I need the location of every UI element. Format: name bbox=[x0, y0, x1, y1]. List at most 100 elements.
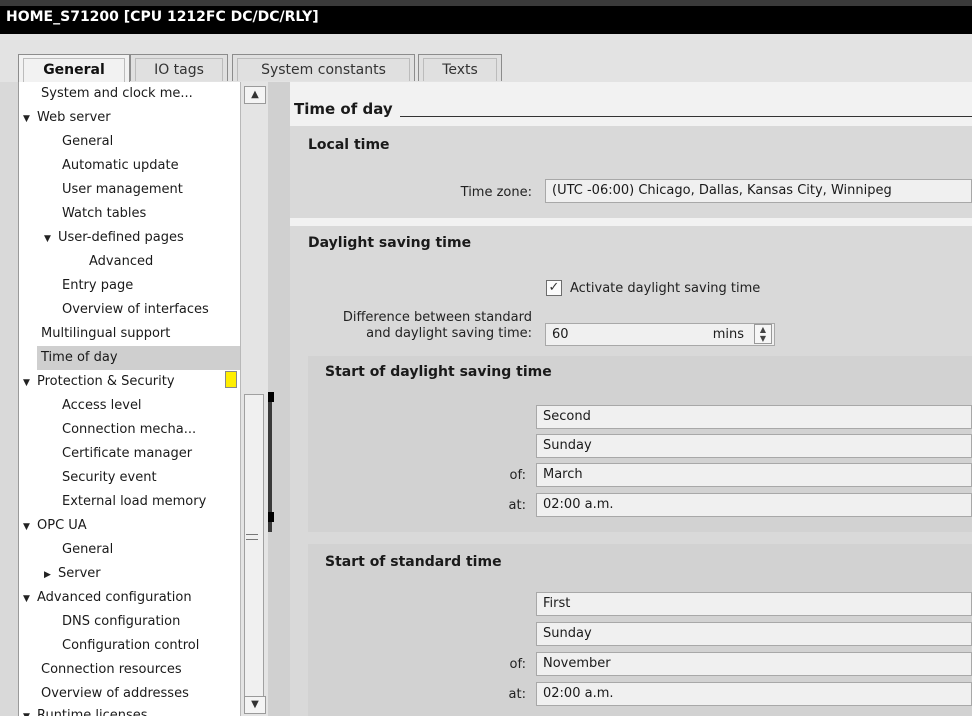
tree-item-runtime-licenses[interactable]: ▼Runtime licenses bbox=[23, 704, 148, 716]
tab-strip: General IO tags System constants Texts bbox=[0, 34, 972, 82]
tab-io-tags-label: IO tags bbox=[135, 58, 223, 81]
tree-item-label: Runtime licenses bbox=[37, 708, 148, 716]
properties-content: Time of day Local time Time zone: (UTC -… bbox=[290, 82, 972, 716]
difference-value: 60 bbox=[552, 327, 569, 342]
difference-input[interactable]: 60 mins ▲ ▼ bbox=[545, 323, 775, 346]
tree-item-advanced[interactable]: Advanced bbox=[89, 250, 153, 274]
collapse-left-icon[interactable] bbox=[268, 392, 274, 402]
tree-item-label: Automatic update bbox=[62, 158, 179, 173]
start-std-month-select[interactable]: November bbox=[536, 652, 972, 676]
splitter-handle[interactable] bbox=[268, 392, 272, 532]
tree-item-system-clock[interactable]: System and clock me... bbox=[41, 82, 193, 106]
tree-item-web-general[interactable]: General bbox=[62, 130, 113, 154]
collapse-right-icon[interactable] bbox=[268, 512, 274, 522]
expand-caret-icon[interactable]: ▼ bbox=[23, 371, 37, 395]
tab-texts[interactable]: Texts bbox=[418, 54, 502, 81]
tree-item-web-server[interactable]: ▼ Web server bbox=[23, 106, 111, 130]
start-std-time-select[interactable]: 02:00 a.m. bbox=[536, 682, 972, 706]
scroll-grip-icon bbox=[246, 534, 258, 540]
title-rule bbox=[400, 116, 972, 117]
tree-item-user-defined-pages[interactable]: ▼ User-defined pages bbox=[44, 226, 184, 250]
tree-item-multilingual-support[interactable]: Multilingual support bbox=[41, 322, 170, 346]
scroll-down-icon[interactable]: ▼ bbox=[244, 696, 266, 714]
tree-item-time-of-day[interactable]: Time of day bbox=[37, 346, 240, 370]
time-zone-label: Time zone: bbox=[460, 185, 532, 200]
start-dst-of-label: of: bbox=[509, 468, 526, 483]
difference-unit: mins bbox=[712, 327, 744, 342]
start-dst-time-select[interactable]: 02:00 a.m. bbox=[536, 493, 972, 517]
tree-item-label: Access level bbox=[62, 398, 142, 413]
difference-label-line2: and daylight saving time: bbox=[366, 326, 532, 341]
start-std-title: Start of standard time bbox=[325, 554, 502, 570]
tree-item-connection-mechanisms[interactable]: Connection mecha... bbox=[62, 418, 196, 442]
expand-caret-icon[interactable]: ▶ bbox=[44, 563, 58, 587]
tree-item-label: Security event bbox=[62, 470, 157, 485]
tree-item-label: Server bbox=[58, 566, 101, 581]
expand-caret-icon[interactable]: ▼ bbox=[44, 227, 58, 251]
spin-up-icon[interactable]: ▲ bbox=[755, 325, 771, 334]
tab-system-constants[interactable]: System constants bbox=[232, 54, 415, 81]
tree-item-label: OPC UA bbox=[37, 518, 87, 533]
tree-item-overview-interfaces[interactable]: Overview of interfaces bbox=[62, 298, 209, 322]
tree-item-entry-page[interactable]: Entry page bbox=[62, 274, 133, 298]
tree-item-label: General bbox=[62, 134, 114, 149]
tree-item-overview-addresses[interactable]: Overview of addresses bbox=[41, 682, 189, 706]
start-std-at-label: at: bbox=[508, 687, 526, 702]
start-dst-day-select[interactable]: Sunday bbox=[536, 434, 972, 458]
tree-scrollbar[interactable]: ▲ ▼ bbox=[240, 82, 268, 716]
tab-system-constants-label: System constants bbox=[237, 58, 410, 81]
expand-caret-icon[interactable]: ▼ bbox=[23, 705, 37, 716]
tree-item-opc-general[interactable]: General bbox=[62, 538, 113, 562]
tree-item-label: Configuration control bbox=[62, 638, 200, 653]
tree-item-access-level[interactable]: Access level bbox=[62, 394, 142, 418]
start-std-panel: Start of standard time First Sunday of: … bbox=[308, 544, 972, 716]
expand-caret-icon[interactable]: ▼ bbox=[23, 515, 37, 539]
tree-item-label: User-defined pages bbox=[58, 230, 184, 245]
tree-item-advanced-configuration[interactable]: ▼ Advanced configuration bbox=[23, 586, 192, 610]
tree-item-dns-configuration[interactable]: DNS configuration bbox=[62, 610, 180, 634]
tree-item-external-load-memory[interactable]: External load memory bbox=[62, 490, 206, 514]
tab-general[interactable]: General bbox=[18, 54, 130, 82]
tab-io-tags[interactable]: IO tags bbox=[130, 54, 228, 81]
dst-title: Daylight saving time bbox=[308, 235, 472, 251]
tree-item-connection-resources[interactable]: Connection resources bbox=[41, 658, 182, 682]
tree-item-server[interactable]: ▶ Server bbox=[44, 562, 101, 586]
tree-item-user-management[interactable]: User management bbox=[62, 178, 183, 202]
spin-down-icon[interactable]: ▼ bbox=[755, 334, 771, 343]
expand-caret-icon[interactable]: ▼ bbox=[23, 587, 37, 611]
tree-item-security-event[interactable]: Security event bbox=[62, 466, 157, 490]
start-dst-title: Start of daylight saving time bbox=[325, 364, 552, 380]
tree-item-protection-security[interactable]: ▼ Protection & Security bbox=[23, 370, 175, 394]
tree-item-label: Connection mecha... bbox=[62, 422, 197, 437]
tree-item-opc-ua[interactable]: ▼ OPC UA bbox=[23, 514, 87, 538]
navigation-tree: System and clock me... ▼ Web server Gener… bbox=[18, 82, 240, 716]
time-zone-select[interactable]: (UTC -06:00) Chicago, Dallas, Kansas Cit… bbox=[545, 179, 972, 203]
tree-item-watch-tables[interactable]: Watch tables bbox=[62, 202, 146, 226]
start-dst-week-select[interactable]: Second bbox=[536, 405, 972, 429]
start-dst-month-select[interactable]: March bbox=[536, 463, 972, 487]
tree-item-label: External load memory bbox=[62, 494, 207, 509]
tree-item-label: Advanced bbox=[89, 254, 154, 269]
panel-splitter[interactable] bbox=[268, 82, 290, 716]
tree-item-label: DNS configuration bbox=[62, 614, 181, 629]
tree-item-automatic-update[interactable]: Automatic update bbox=[62, 154, 179, 178]
tree-item-certificate-manager[interactable]: Certificate manager bbox=[62, 442, 192, 466]
start-std-week-select[interactable]: First bbox=[536, 592, 972, 616]
tree-item-label: System and clock me... bbox=[41, 86, 193, 101]
tree-item-configuration-control[interactable]: Configuration control bbox=[62, 634, 199, 658]
page-title: Time of day bbox=[294, 100, 393, 118]
local-time-panel: Local time Time zone: (UTC -06:00) Chica… bbox=[290, 126, 972, 218]
expand-caret-icon[interactable]: ▼ bbox=[23, 107, 37, 131]
titlebar-top-strip bbox=[0, 0, 972, 6]
activate-dst-label: Activate daylight saving time bbox=[570, 281, 761, 296]
start-std-day-select[interactable]: Sunday bbox=[536, 622, 972, 646]
start-dst-at-label: at: bbox=[508, 498, 526, 513]
spinner-icon[interactable]: ▲ ▼ bbox=[754, 324, 772, 344]
scroll-up-icon[interactable]: ▲ bbox=[244, 86, 266, 104]
activate-dst-checkbox[interactable]: ✓ bbox=[546, 280, 562, 296]
tree-item-label: Certificate manager bbox=[62, 446, 193, 461]
scroll-thumb[interactable] bbox=[244, 394, 264, 702]
tree-item-label: Protection & Security bbox=[37, 374, 175, 389]
tree-item-label: Entry page bbox=[62, 278, 134, 293]
window-titlebar: HOME_S71200 [CPU 1212FC DC/DC/RLY] bbox=[0, 0, 972, 34]
